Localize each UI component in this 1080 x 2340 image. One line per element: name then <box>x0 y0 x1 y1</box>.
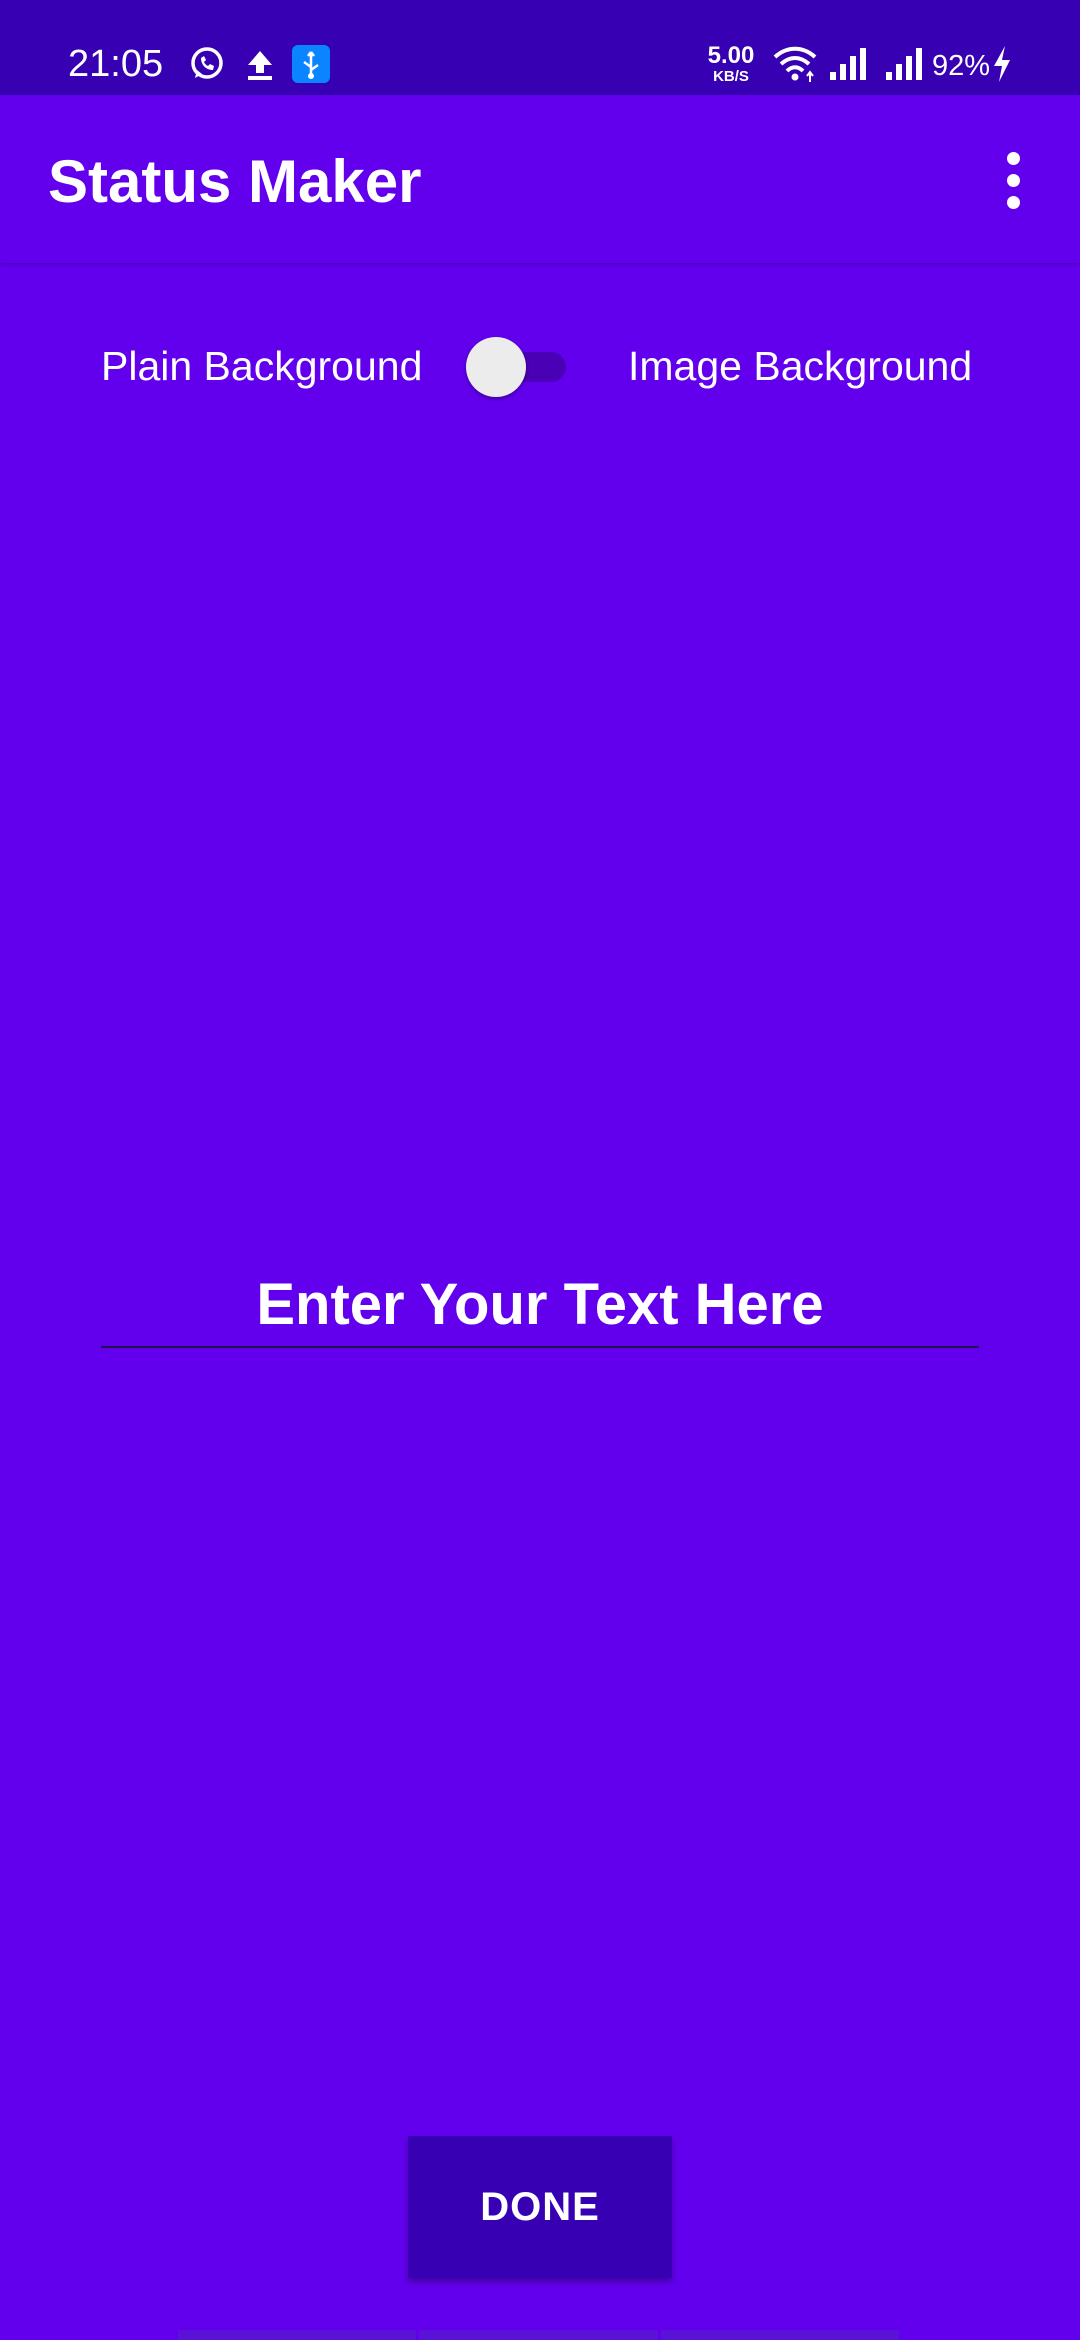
background-switch[interactable] <box>466 334 566 398</box>
signal-icon <box>886 48 922 80</box>
more-vert-icon <box>1007 152 1020 165</box>
bottom-strip-segment <box>178 2330 417 2340</box>
signal-icon <box>830 48 866 80</box>
image-background-label: Image Background <box>628 343 973 389</box>
whatsapp-icon <box>191 47 223 79</box>
app-bar: Status Maker <box>0 95 1080 263</box>
more-options-button[interactable] <box>990 150 1038 212</box>
plain-background-label: Plain Background <box>101 343 423 389</box>
battery-level: 92% <box>932 50 991 82</box>
status-time: 21:05 <box>68 43 164 85</box>
bottom-strip-segment <box>419 2330 658 2340</box>
net-speed: 5.00 KB/S <box>703 42 759 85</box>
bottom-strip <box>178 2330 902 2340</box>
app-title: Status Maker <box>48 148 422 215</box>
upload-icon <box>248 51 272 80</box>
more-vert-icon-dot <box>1007 196 1020 209</box>
wifi-icon <box>773 46 817 82</box>
more-vert-icon-dot <box>1007 174 1020 187</box>
switch-thumb <box>466 337 526 397</box>
done-button[interactable]: DONE <box>408 2136 672 2278</box>
screen: 21:05 5.00 KB/S 92% Status Maker Plain B… <box>0 0 1080 2340</box>
status-bar: 21:05 5.00 KB/S 92% <box>0 0 1080 95</box>
bottom-strip-segment <box>660 2330 899 2340</box>
net-speed-value: 5.00 <box>707 42 755 69</box>
net-speed-unit: KB/S <box>713 68 749 85</box>
status-text-input[interactable] <box>101 1262 979 1348</box>
charging-icon <box>994 46 1010 82</box>
usb-icon <box>292 45 330 83</box>
